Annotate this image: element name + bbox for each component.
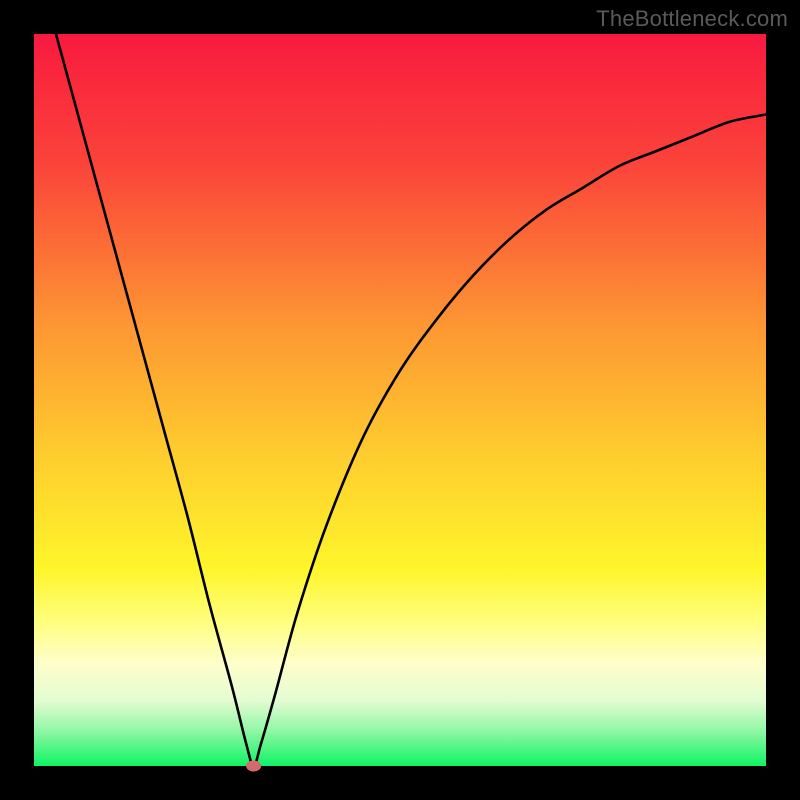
outer-frame: TheBottleneck.com: [0, 0, 800, 800]
minimum-marker: [247, 761, 261, 771]
watermark-text: TheBottleneck.com: [596, 6, 788, 32]
bottleneck-curve: [56, 34, 766, 766]
plot-area: [34, 34, 766, 766]
chart-svg: [34, 34, 766, 766]
